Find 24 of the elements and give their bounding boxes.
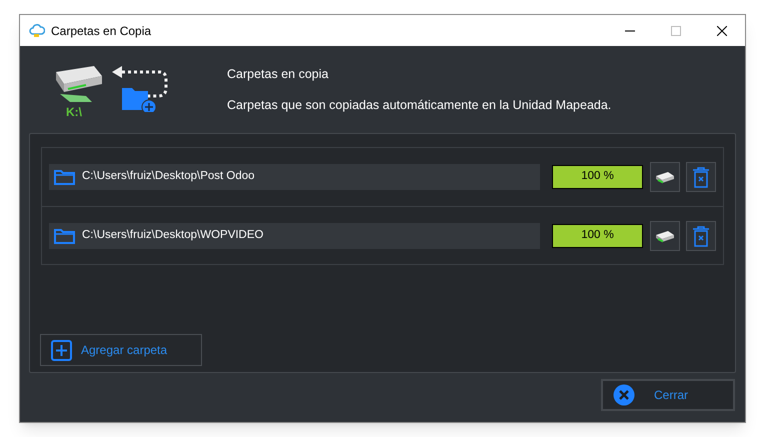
close-icon [613,384,635,406]
trash-icon [692,166,710,188]
drive-label: K:\ [66,104,82,121]
delete-button[interactable] [686,220,716,250]
add-folder-button[interactable]: Agregar carpeta [40,334,202,366]
header-title: Carpetas en copia [227,66,330,83]
maximize-icon [671,26,681,36]
delete-button[interactable] [686,162,716,192]
progress-reading: 100 % [580,169,615,184]
close-button[interactable]: Cerrar [601,379,735,411]
sync-drive-button[interactable] [650,162,680,192]
plus-icon [51,340,72,360]
drive-icon [654,169,676,185]
window-title: Carpetas en Copia [51,22,152,40]
folder-icon [54,169,75,185]
folder-icon [54,228,75,244]
trash-icon [692,224,710,246]
close-icon [717,26,727,36]
header-description: Carpetas que son copiadas automáticamente en la Unidad Mapeada. [227,96,612,114]
cloud-icon [29,24,45,38]
folder-path: C:\Users\fruiz\Desktop\Post Odoo [82,169,255,184]
progress-reading: 100 % [580,228,615,243]
sync-drive-button[interactable] [650,220,680,250]
folder-path: C:\Users\fruiz\Desktop\WOPVIDEO [82,228,264,243]
